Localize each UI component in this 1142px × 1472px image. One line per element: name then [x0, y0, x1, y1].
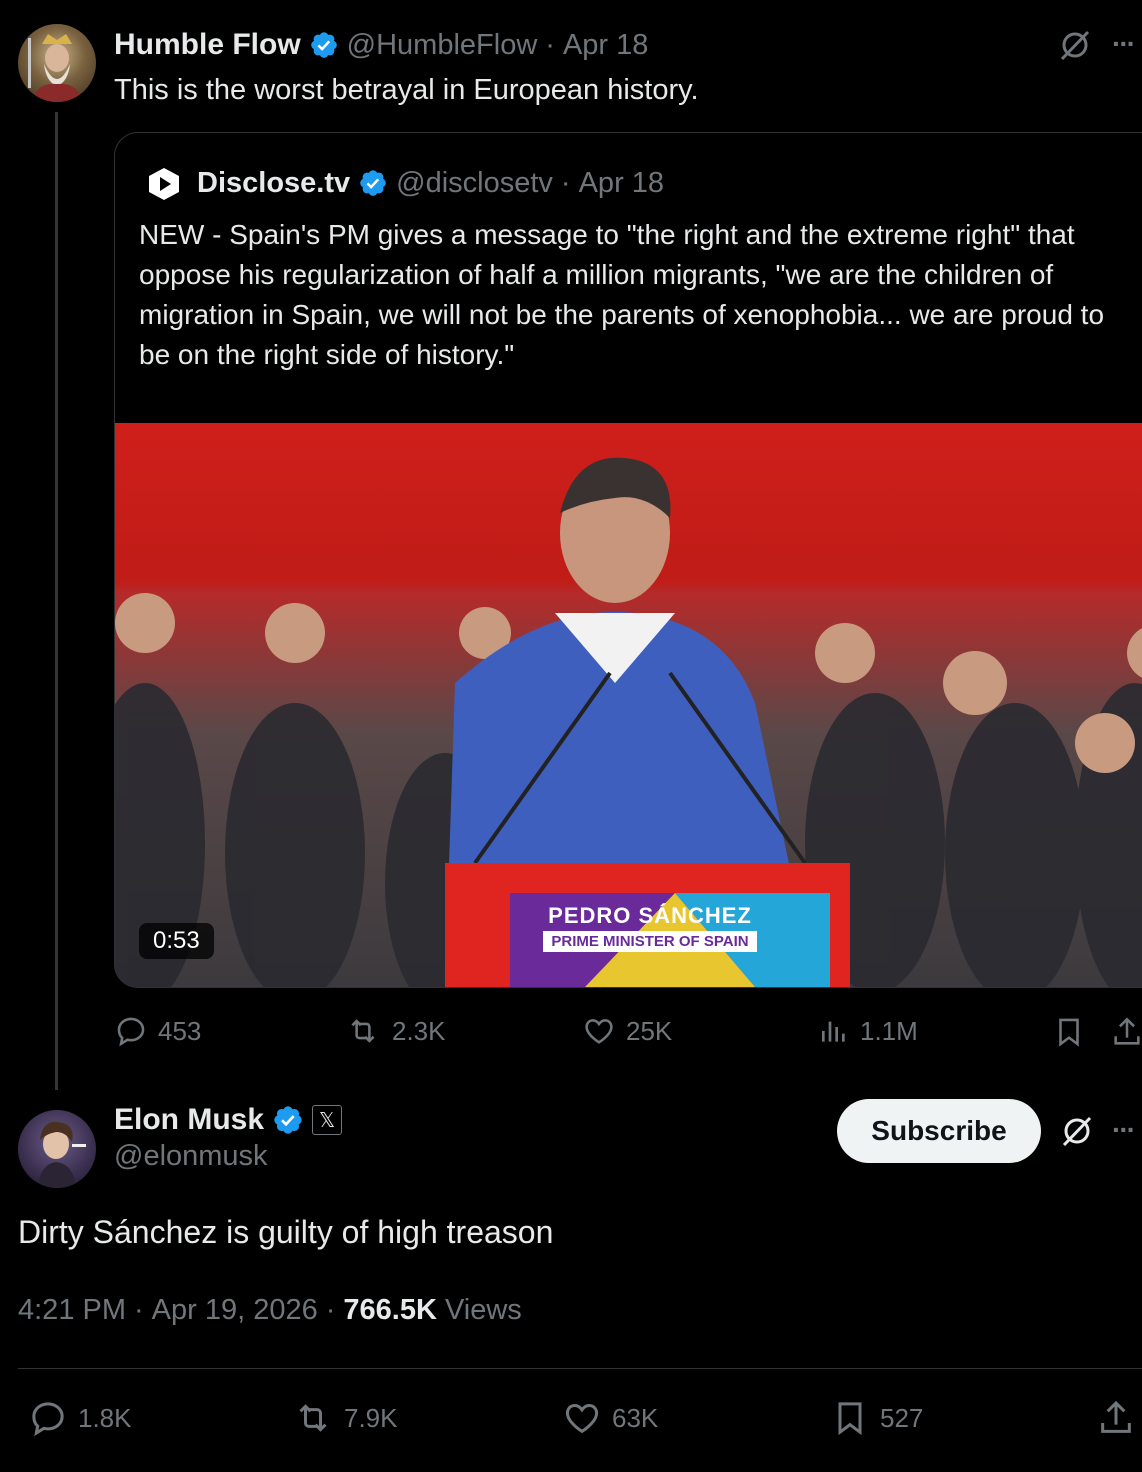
main-author-handle[interactable]: @elonmusk: [114, 1140, 268, 1173]
share-icon[interactable]: [1096, 1398, 1136, 1438]
main-tweet-meta: 4:21 PM · Apr 19, 2026 · 766.5K Views: [18, 1294, 522, 1327]
repost-icon: [351, 1019, 375, 1043]
grok-icon[interactable]: [1056, 28, 1094, 62]
metrics-divider: [18, 1368, 1142, 1369]
thread-connector-line: [55, 112, 58, 1090]
verified-badge-icon[interactable]: [272, 1104, 304, 1136]
separator-dot: ·: [545, 28, 555, 61]
main-tweet-text: Dirty Sánchez is guilty of high treason: [18, 1214, 554, 1250]
lower-third-name: PEDRO SÁNCHEZ: [548, 903, 752, 928]
verified-badge-icon[interactable]: [358, 168, 388, 198]
parent-reply-button[interactable]: 453: [114, 1014, 201, 1048]
tweet-date[interactable]: Apr 19, 2026: [152, 1294, 318, 1327]
separator-dot: ·: [134, 1294, 144, 1326]
main-like-button[interactable]: 63K: [562, 1398, 658, 1438]
main-tweet-header: Elon Musk 𝕏: [114, 1100, 343, 1140]
video-duration: 0:53: [153, 927, 200, 954]
bookmark-icon: [838, 1402, 862, 1436]
share-icon[interactable]: [1110, 1014, 1142, 1050]
bookmark-icon[interactable]: [1052, 1014, 1086, 1050]
subscribe-button[interactable]: Subscribe: [837, 1099, 1041, 1163]
top-more-options-icon[interactable]: ···: [1112, 28, 1136, 60]
affiliate-badge[interactable]: 𝕏: [312, 1105, 343, 1135]
quoted-tweet-text: NEW - Spain's PM gives a message to "the…: [139, 219, 1105, 370]
main-like-count: 63K: [612, 1402, 659, 1433]
grok-icon[interactable]: [1058, 1114, 1096, 1148]
parent-author-handle[interactable]: @HumbleFlow: [347, 29, 538, 62]
verified-badge-icon[interactable]: [309, 30, 339, 60]
views-count: 766.5K: [343, 1294, 437, 1326]
reply-icon: [117, 1017, 145, 1047]
humbleflow-avatar[interactable]: [18, 24, 96, 102]
parent-tweet-text: This is the worst betrayal in European h…: [114, 74, 699, 106]
heart-icon: [565, 1403, 599, 1434]
main-reply-button[interactable]: 1.8K: [28, 1398, 132, 1438]
parent-like-count: 25K: [626, 1015, 673, 1046]
quoted-author-handle[interactable]: @disclosetv: [396, 167, 553, 200]
lower-third-title: PRIME MINISTER OF SPAIN: [543, 931, 757, 952]
quoted-video-player[interactable]: PEDRO SÁNCHEZ PRIME MINISTER OF SPAIN 0:…: [115, 423, 1142, 987]
main-repost-count: 7.9K: [344, 1402, 398, 1433]
separator-dot: ·: [560, 166, 571, 199]
main-bookmark-button[interactable]: 527: [830, 1398, 923, 1438]
quoted-tweet-header: Disclose.tv @disclosetv · Apr 18: [197, 165, 664, 201]
parent-tweet-header: Humble Flow @HumbleFlow · Apr 18: [114, 26, 648, 64]
main-more-options-icon[interactable]: ···: [1112, 1114, 1136, 1146]
parent-repost-count: 2.3K: [392, 1015, 446, 1046]
x-logo-icon: 𝕏: [318, 1109, 336, 1132]
parent-like-button[interactable]: 25K: [582, 1014, 672, 1048]
heart-icon: [585, 1019, 613, 1044]
repost-icon: [299, 1404, 327, 1432]
quoted-tweet-date[interactable]: Apr 18: [579, 167, 664, 200]
profile-character-icon: [38, 1121, 86, 1188]
parent-reply-count: 453: [158, 1015, 202, 1046]
views-label: Views: [444, 1294, 522, 1326]
parent-views-button[interactable]: 1.1M: [818, 1014, 918, 1048]
tweet-time[interactable]: 4:21 PM: [18, 1294, 126, 1327]
main-reply-count: 1.8K: [78, 1402, 132, 1433]
reply-icon: [32, 1402, 64, 1437]
main-author-name[interactable]: Elon Musk: [114, 1103, 264, 1137]
separator-dot: ·: [325, 1294, 336, 1326]
emperor-portrait-icon: [28, 34, 82, 102]
main-repost-button[interactable]: 7.9K: [292, 1398, 398, 1438]
main-bookmark-count: 527: [880, 1402, 924, 1433]
parent-author-name[interactable]: Humble Flow: [114, 28, 301, 62]
parent-views-count: 1.1M: [860, 1015, 918, 1046]
disclosetv-logo-icon: [149, 168, 179, 200]
parent-tweet-date[interactable]: Apr 18: [563, 29, 648, 62]
quoted-author-name[interactable]: Disclose.tv: [197, 167, 350, 200]
video-lower-third: PEDRO SÁNCHEZ PRIME MINISTER OF SPAIN: [510, 903, 790, 952]
views-chart-icon: [822, 1021, 845, 1042]
quoted-tweet-card[interactable]: Disclose.tv @disclosetv · Apr 18 NEW - S…: [114, 132, 1142, 988]
elonmusk-avatar[interactable]: [18, 1110, 96, 1188]
parent-repost-button[interactable]: 2.3K: [344, 1014, 446, 1048]
video-duration-badge: 0:53: [139, 923, 214, 959]
